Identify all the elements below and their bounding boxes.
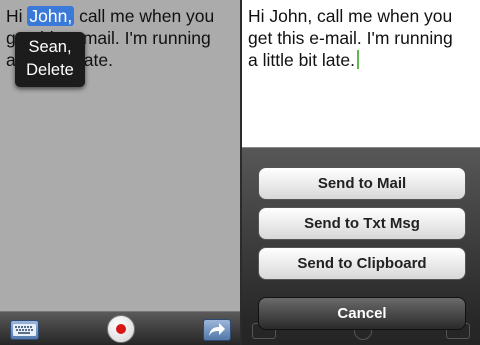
dictation-line-1: Hi John, call me when you bbox=[6, 5, 238, 27]
send-to-clipboard-button[interactable]: Send to Clipboard bbox=[258, 247, 466, 280]
message-line-2: get this e-mail. I'm running bbox=[248, 28, 453, 48]
dictation-line-1-suffix: call me when you bbox=[74, 6, 215, 26]
text-caret bbox=[357, 50, 359, 69]
keyboard-icon bbox=[13, 324, 36, 336]
message-line-1: Hi John, call me when you bbox=[248, 6, 453, 26]
keyboard-button[interactable] bbox=[10, 320, 39, 340]
record-icon bbox=[116, 324, 126, 334]
popup-delete[interactable]: Delete bbox=[15, 59, 85, 82]
cancel-button[interactable]: Cancel bbox=[258, 297, 466, 330]
dictation-screen: Hi John, call me when you get this e-mai… bbox=[0, 0, 240, 345]
popup-suggestion-sean[interactable]: Sean, bbox=[15, 36, 85, 59]
share-button[interactable] bbox=[203, 319, 231, 341]
dictation-line-1-prefix: Hi bbox=[6, 6, 28, 26]
send-screen: Hi John, call me when you get this e-mai… bbox=[242, 0, 480, 345]
action-sheet: Send to Mail Send to Txt Msg Send to Cli… bbox=[242, 147, 480, 345]
share-icon bbox=[209, 323, 225, 336]
bottom-toolbar bbox=[0, 311, 240, 345]
correction-popup: Sean, Delete bbox=[15, 32, 85, 87]
message-line-3-wrap: a little bit late. bbox=[248, 49, 478, 71]
record-button[interactable] bbox=[107, 315, 135, 343]
send-to-txt-msg-button[interactable]: Send to Txt Msg bbox=[258, 207, 466, 240]
send-to-mail-button[interactable]: Send to Mail bbox=[258, 167, 466, 200]
message-text[interactable]: Hi John, call me when you get this e-mai… bbox=[248, 5, 478, 71]
message-line-3: a little bit late. bbox=[248, 50, 355, 70]
selected-word[interactable]: John, bbox=[27, 6, 75, 26]
